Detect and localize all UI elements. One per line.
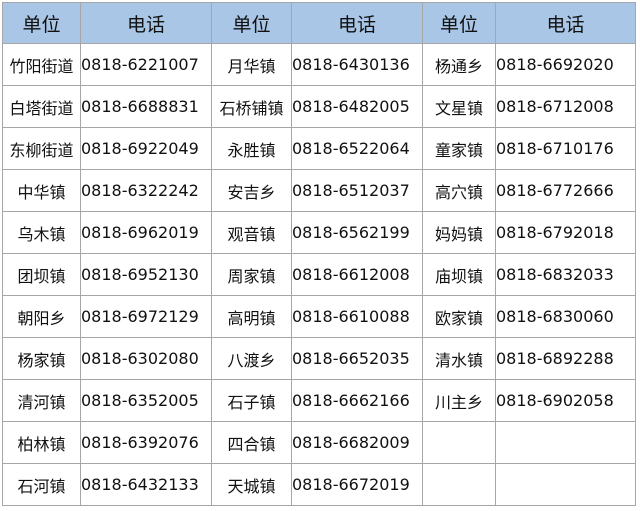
header-phone: 电话: [495, 2, 636, 44]
table-row: 乌木镇 0818-6962019 观音镇 0818-6562199 妈妈镇 0818-67…: [2, 211, 636, 254]
unit-cell: 白塔街道: [2, 85, 81, 128]
unit-cell: 八渡乡: [211, 337, 292, 380]
contact-table: 单位 电话 单位 电话 单位 电话 竹阳街道 0818-6221007 月华镇 081…: [2, 2, 636, 506]
table-row: 清河镇 0818-6352005 石子镇 0818-6662166 川主乡 0818-69…: [2, 379, 636, 422]
phone-cell: 0818-6830060: [495, 295, 636, 338]
phone-cell: 0818-6612008: [291, 253, 423, 296]
unit-cell: 观音镇: [211, 211, 292, 254]
page: 单位 电话 单位 电话 单位 电话 竹阳街道 0818-6221007 月华镇 081…: [0, 0, 640, 511]
unit-cell: 中华镇: [2, 169, 81, 212]
table-row: 团坝镇 0818-6952130 周家镇 0818-6612008 庙坝镇 0818-68…: [2, 253, 636, 296]
header-phone: 电话: [80, 2, 212, 44]
phone-cell: 0818-6302080: [80, 337, 212, 380]
phone-cell: 0818-6712008: [495, 85, 636, 128]
table-row: 白塔街道 0818-6688831 石桥铺镇 0818-6482005 文星镇 0818-…: [2, 85, 636, 128]
unit-cell: 团坝镇: [2, 253, 81, 296]
header-unit: 单位: [2, 2, 81, 44]
phone-cell: [495, 463, 636, 506]
unit-cell: 文星镇: [422, 85, 496, 128]
table-row: 石河镇 0818-6432133 天城镇 0818-6672019: [2, 463, 636, 506]
phone-cell: 0818-6832033: [495, 253, 636, 296]
unit-cell: 庙坝镇: [422, 253, 496, 296]
unit-cell: 四合镇: [211, 421, 292, 464]
phone-cell: 0818-6962019: [80, 211, 212, 254]
phone-cell: 0818-6682009: [291, 421, 423, 464]
table-row: 杨家镇 0818-6302080 八渡乡 0818-6652035 清水镇 0818-68…: [2, 337, 636, 380]
phone-cell: 0818-6392076: [80, 421, 212, 464]
header-row: 单位 电话 单位 电话 单位 电话: [2, 2, 636, 44]
phone-cell: 0818-6922049: [80, 127, 212, 170]
table-body: 竹阳街道 0818-6221007 月华镇 0818-6430136 杨通乡 0818-6…: [2, 43, 636, 506]
phone-cell: 0818-6672019: [291, 463, 423, 506]
phone-cell: 0818-6352005: [80, 379, 212, 422]
unit-cell: 竹阳街道: [2, 43, 81, 86]
unit-cell: 石子镇: [211, 379, 292, 422]
phone-cell: 0818-6662166: [291, 379, 423, 422]
table-row: 东柳街道 0818-6922049 永胜镇 0818-6522064 童家镇 0818-6…: [2, 127, 636, 170]
unit-cell: 石河镇: [2, 463, 81, 506]
unit-cell: 朝阳乡: [2, 295, 81, 338]
unit-cell: 月华镇: [211, 43, 292, 86]
phone-cell: 0818-6322242: [80, 169, 212, 212]
unit-cell: 清河镇: [2, 379, 81, 422]
phone-cell: 0818-6512037: [291, 169, 423, 212]
unit-cell: 妈妈镇: [422, 211, 496, 254]
phone-cell: 0818-6652035: [291, 337, 423, 380]
unit-cell: 杨家镇: [2, 337, 81, 380]
unit-cell: 安吉乡: [211, 169, 292, 212]
table-row: 竹阳街道 0818-6221007 月华镇 0818-6430136 杨通乡 0818-6…: [2, 43, 636, 86]
unit-cell: 乌木镇: [2, 211, 81, 254]
unit-cell: 杨通乡: [422, 43, 496, 86]
phone-cell: 0818-6610088: [291, 295, 423, 338]
unit-cell: 石桥铺镇: [211, 85, 292, 128]
unit-cell: 天城镇: [211, 463, 292, 506]
unit-cell: 高明镇: [211, 295, 292, 338]
phone-cell: 0818-6772666: [495, 169, 636, 212]
phone-cell: 0818-6688831: [80, 85, 212, 128]
phone-cell: 0818-6892288: [495, 337, 636, 380]
header-unit: 单位: [211, 2, 292, 44]
phone-cell: 0818-6972129: [80, 295, 212, 338]
unit-cell: 川主乡: [422, 379, 496, 422]
phone-cell: 0818-6952130: [80, 253, 212, 296]
phone-cell: 0818-6562199: [291, 211, 423, 254]
phone-cell: 0818-6482005: [291, 85, 423, 128]
table-header: 单位 电话 单位 电话 单位 电话: [2, 2, 636, 44]
phone-cell: 0818-6710176: [495, 127, 636, 170]
phone-cell: 0818-6221007: [80, 43, 212, 86]
phone-cell: 0818-6902058: [495, 379, 636, 422]
header-unit: 单位: [422, 2, 496, 44]
phone-cell: 0818-6432133: [80, 463, 212, 506]
phone-cell: 0818-6430136: [291, 43, 423, 86]
unit-cell: 高穴镇: [422, 169, 496, 212]
unit-cell: 永胜镇: [211, 127, 292, 170]
unit-cell: 柏林镇: [2, 421, 81, 464]
unit-cell: 东柳街道: [2, 127, 81, 170]
unit-cell: [422, 463, 496, 506]
phone-cell: 0818-6692020: [495, 43, 636, 86]
table-row: 柏林镇 0818-6392076 四合镇 0818-6682009: [2, 421, 636, 464]
unit-cell: [422, 421, 496, 464]
phone-cell: 0818-6792018: [495, 211, 636, 254]
phone-cell: 0818-6522064: [291, 127, 423, 170]
header-phone: 电话: [291, 2, 423, 44]
phone-cell: [495, 421, 636, 464]
table-row: 朝阳乡 0818-6972129 高明镇 0818-6610088 欧家镇 0818-68…: [2, 295, 636, 338]
table-row: 中华镇 0818-6322242 安吉乡 0818-6512037 高穴镇 0818-67…: [2, 169, 636, 212]
unit-cell: 童家镇: [422, 127, 496, 170]
unit-cell: 周家镇: [211, 253, 292, 296]
unit-cell: 清水镇: [422, 337, 496, 380]
unit-cell: 欧家镇: [422, 295, 496, 338]
